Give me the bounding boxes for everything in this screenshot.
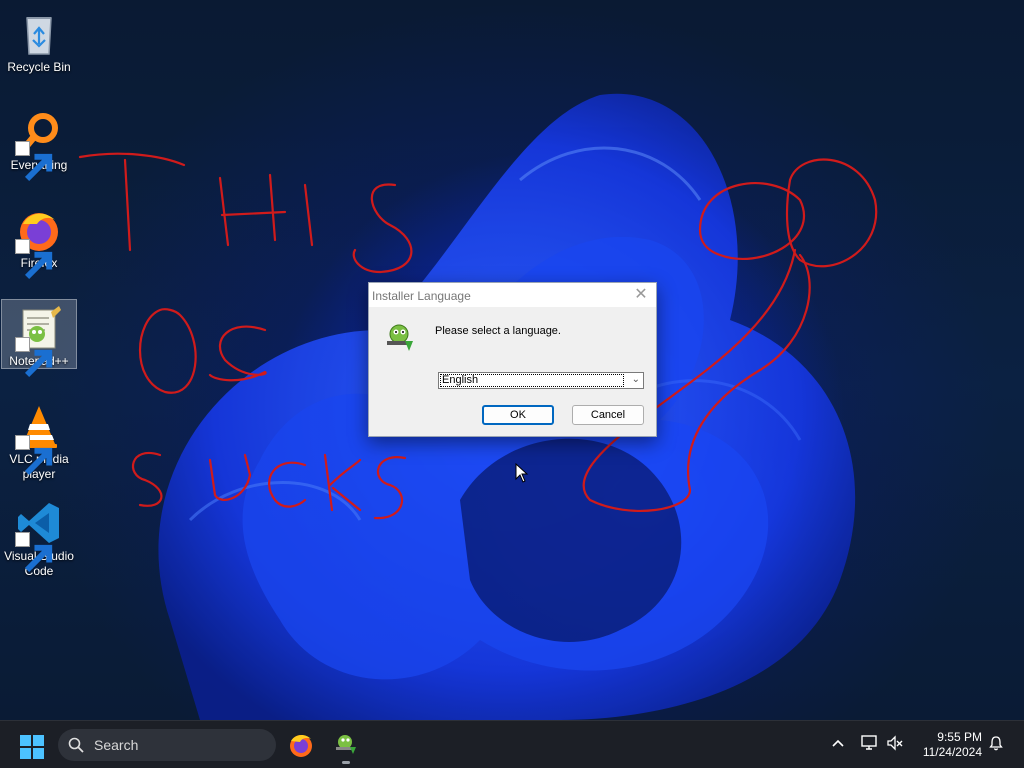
shortcut-arrow-icon bbox=[15, 435, 53, 476]
network-icon[interactable] bbox=[860, 735, 878, 756]
firefox-icon bbox=[15, 206, 63, 280]
dialog-titlebar[interactable]: Installer Language ✕ bbox=[369, 283, 656, 307]
desktop-icon-everything[interactable]: Everything bbox=[2, 104, 76, 182]
recycle-bin-icon bbox=[15, 10, 63, 58]
notepad-plus-plus-icon bbox=[15, 304, 63, 378]
desktop-icon-vscode[interactable]: Visual Studio Code bbox=[2, 495, 76, 579]
vscode-icon bbox=[15, 499, 63, 573]
desktop-icon-notepad-plus-plus[interactable]: Notepad++ bbox=[1, 299, 77, 378]
shortcut-arrow-icon bbox=[15, 337, 53, 378]
clock-date: 11/24/2024 bbox=[922, 745, 982, 759]
search-icon bbox=[68, 737, 84, 753]
taskbar-search-box[interactable]: Search bbox=[58, 729, 276, 761]
dialog-title: Installer Language bbox=[372, 289, 471, 303]
taskbar-clock[interactable]: 9:55 PM 11/24/2024 bbox=[912, 730, 982, 760]
windows-logo-icon bbox=[20, 735, 44, 759]
installer-language-dialog: Installer Language ✕ Please select a lan… bbox=[368, 282, 657, 437]
notepad-plus-plus-icon bbox=[336, 735, 356, 754]
start-button[interactable] bbox=[20, 735, 44, 759]
everything-search-icon bbox=[15, 108, 63, 182]
ok-button[interactable]: OK bbox=[482, 405, 554, 425]
cancel-button[interactable]: Cancel bbox=[572, 405, 644, 425]
shortcut-arrow-icon bbox=[15, 239, 53, 280]
volume-muted-icon[interactable] bbox=[886, 735, 904, 756]
language-select-value: English bbox=[440, 374, 624, 387]
taskbar-installer-button[interactable] bbox=[332, 731, 360, 764]
language-select[interactable]: English ⌄ bbox=[438, 372, 644, 389]
chevron-up-icon[interactable] bbox=[830, 735, 846, 756]
shortcut-arrow-icon bbox=[15, 532, 53, 573]
desktop-icon-label: Recycle Bin bbox=[7, 60, 71, 74]
desktop-icon-vlc[interactable]: VLC media player bbox=[2, 398, 76, 482]
mouse-cursor-icon bbox=[515, 463, 529, 483]
notification-bell-icon[interactable] bbox=[988, 735, 1004, 756]
notepad-plus-plus-installer-icon bbox=[383, 321, 417, 355]
close-button[interactable]: ✕ bbox=[632, 286, 650, 304]
search-label: Search bbox=[94, 737, 139, 753]
desktop-icon-firefox[interactable]: Firefox bbox=[2, 202, 76, 280]
clock-time: 9:55 PM bbox=[937, 730, 982, 744]
shortcut-arrow-icon bbox=[15, 141, 53, 182]
firefox-icon bbox=[290, 735, 312, 757]
vlc-icon bbox=[15, 402, 63, 476]
desktop-icon-recycle-bin[interactable]: Recycle Bin bbox=[2, 6, 76, 75]
taskbar: Search 9:55 PM 11/24/2024 bbox=[0, 720, 1024, 768]
taskbar-firefox-button[interactable] bbox=[287, 731, 315, 759]
running-indicator bbox=[342, 761, 350, 764]
desktop: Recycle Bin Everything Firefox Notepad++… bbox=[0, 0, 1024, 768]
dialog-prompt: Please select a language. bbox=[435, 325, 561, 337]
chevron-down-icon[interactable]: ⌄ bbox=[632, 374, 640, 385]
